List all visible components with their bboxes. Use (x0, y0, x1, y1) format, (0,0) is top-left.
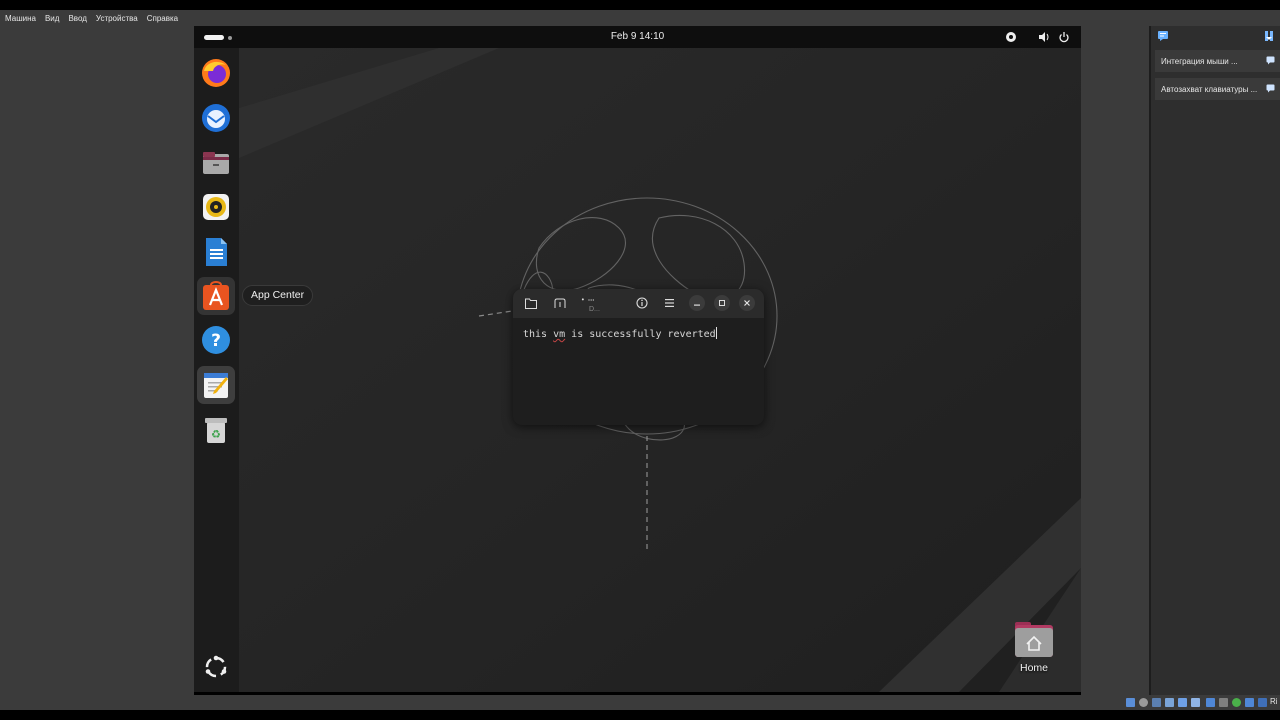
close-button[interactable] (739, 295, 755, 311)
host-menu-bar: Машина Вид Ввод Устройства Справка (0, 10, 1280, 26)
new-tab-button[interactable] (552, 295, 568, 311)
dock-item-rhythmbox[interactable] (197, 188, 235, 226)
menu-input[interactable]: Ввод (68, 14, 86, 23)
pin-panel-icon[interactable] (1263, 30, 1275, 42)
side-panel-header (1151, 26, 1280, 47)
host-background-right (1081, 26, 1149, 695)
optical-drive-icon[interactable] (1139, 698, 1148, 707)
host-top-strip (0, 0, 1280, 10)
text-cursor (715, 327, 717, 339)
host-key-label: Ri (1270, 697, 1278, 706)
mouse-integration-icon[interactable] (1245, 698, 1254, 707)
dock-item-text-editor[interactable] (197, 366, 235, 404)
text-editor-window: D... this vm is successfully reverted (513, 289, 764, 425)
app-center-icon (203, 281, 229, 310)
dock-item-writer[interactable] (197, 233, 235, 271)
home-folder-label[interactable]: Home (1004, 662, 1064, 674)
document-info-button[interactable] (634, 295, 650, 311)
notification-mouse-integration[interactable]: Интеграция мыши ... (1155, 50, 1280, 72)
dock-item-app-center[interactable] (197, 277, 235, 315)
rhythmbox-icon (203, 194, 229, 220)
close-icon (744, 300, 750, 306)
host-background-left (0, 26, 194, 695)
open-file-button[interactable] (523, 295, 539, 311)
dock-item-help[interactable]: ? (197, 321, 235, 359)
text-after: is successfully reverted (565, 329, 716, 340)
hard-disk-icon[interactable] (1126, 698, 1135, 707)
clock[interactable]: Feb 9 14:10 (611, 31, 664, 42)
workspace-dot[interactable] (228, 36, 232, 40)
dock-item-trash[interactable]: ♻ (197, 411, 235, 449)
folder-icon (525, 298, 537, 309)
dock: ? ♻ (194, 48, 239, 692)
dock-item-files[interactable] (197, 144, 235, 182)
files-icon (203, 152, 229, 174)
notification-text: Автозахват клавиатуры ... (1161, 84, 1258, 94)
dock-item-firefox[interactable] (197, 54, 235, 92)
maximize-icon (719, 300, 725, 306)
misspelled-word: vm (553, 329, 566, 340)
notification-detail-icon[interactable] (1266, 56, 1275, 65)
dock-tooltip: App Center (242, 285, 314, 306)
thunderbird-icon (202, 104, 230, 132)
text-before: this (523, 329, 554, 340)
show-apps-button[interactable] (197, 648, 235, 686)
help-icon: ? (202, 326, 230, 354)
notification-text: Интеграция мыши ... (1161, 56, 1238, 66)
keyboard-capture-icon[interactable] (1258, 698, 1267, 707)
hamburger-menu-icon (664, 299, 674, 307)
top-bar: Feb 9 14:10 (194, 26, 1081, 48)
trash-icon: ♻ (205, 418, 227, 443)
main-menu-button[interactable] (661, 295, 677, 311)
clock-area: Feb 9 14:10 (194, 26, 1081, 48)
dock-item-thunderbird[interactable] (197, 99, 235, 137)
writer-icon (206, 238, 227, 266)
minimize-button[interactable] (689, 295, 705, 311)
host-status-bar: Ri (0, 695, 1280, 710)
menu-help[interactable]: Справка (147, 14, 178, 23)
minimize-icon (694, 304, 700, 306)
menu-machine[interactable]: Машина (5, 14, 36, 23)
document-title[interactable]: D... (589, 306, 600, 313)
host-bottom-strip (0, 710, 1280, 720)
menu-view[interactable]: Вид (45, 14, 59, 23)
accessibility-icon[interactable] (1005, 31, 1017, 43)
svg-text:♻: ♻ (211, 428, 221, 441)
usb-icon[interactable] (1178, 698, 1187, 707)
text-editor-icon (204, 373, 228, 398)
svg-text:?: ? (211, 331, 221, 351)
power-icon[interactable] (1058, 31, 1070, 43)
home-folder-icon[interactable] (1014, 620, 1054, 658)
activities-indicator[interactable] (204, 35, 224, 40)
host-screen: Машина Вид Ввод Устройства Справка Feb 9… (0, 0, 1280, 720)
cpu-activity-icon[interactable] (1232, 698, 1241, 707)
editor-text-area[interactable]: this vm is successfully reverted (523, 327, 717, 340)
firefox-icon (202, 59, 230, 87)
recording-icon[interactable] (1219, 698, 1228, 707)
maximize-button[interactable] (714, 295, 730, 311)
volume-icon[interactable] (1038, 31, 1050, 43)
modified-dots-icon (581, 298, 594, 301)
menu-devices[interactable]: Устройства (96, 14, 138, 23)
notification-side-panel: Интеграция мыши ... Автозахват клавиатур… (1149, 26, 1280, 695)
editor-headerbar: D... (513, 289, 764, 318)
display-icon[interactable] (1206, 698, 1215, 707)
notification-detail-icon[interactable] (1266, 84, 1275, 93)
network-icon[interactable] (1165, 698, 1174, 707)
tab-new-icon (554, 298, 566, 308)
info-icon (636, 297, 648, 309)
shared-folder-icon[interactable] (1191, 698, 1200, 707)
message-icon[interactable] (1157, 30, 1169, 42)
show-apps-icon (205, 655, 227, 678)
audio-icon[interactable] (1152, 698, 1161, 707)
notification-keyboard-capture[interactable]: Автозахват клавиатуры ... (1155, 78, 1280, 100)
